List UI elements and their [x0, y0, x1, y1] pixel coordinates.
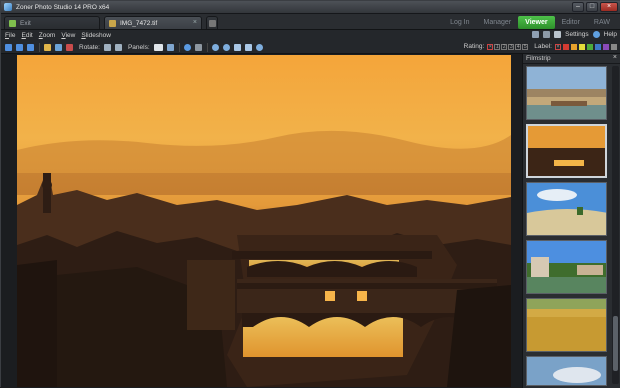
mode-viewer[interactable]: Viewer [518, 15, 555, 29]
filmstrip-header: Filmstrip [523, 54, 620, 64]
monitor-icon[interactable] [532, 31, 540, 38]
toolbar-divider [178, 42, 180, 52]
window-controls: – □ × [572, 2, 618, 12]
menu-right-tools: Settings Help [532, 31, 617, 38]
back-arrow-icon[interactable] [5, 43, 12, 51]
copy-icon[interactable] [55, 43, 62, 51]
thumbnail-image [528, 126, 605, 176]
mode-login[interactable]: Log In [443, 16, 476, 29]
thumbnail[interactable] [526, 240, 607, 294]
image-viewer[interactable] [1, 54, 522, 388]
new-tab-button[interactable] [206, 16, 218, 29]
label-orange-swatch[interactable] [571, 43, 577, 50]
title-bar: Zoner Photo Studio 14 PRO x64 – □ × [1, 1, 620, 14]
label-red-swatch[interactable] [563, 43, 569, 50]
thumbnail-image [527, 183, 606, 235]
image-file-icon [109, 19, 116, 27]
mode-manager[interactable]: Manager [477, 16, 519, 29]
mode-raw[interactable]: RAW [587, 16, 617, 29]
tab-image[interactable]: IMG_7472.tif × [104, 16, 202, 29]
label-purple-swatch[interactable] [603, 43, 609, 50]
print-icon[interactable] [194, 43, 202, 51]
app-window: Zoner Photo Studio 14 PRO x64 – □ × Exit… [0, 0, 620, 388]
zoom-in-icon[interactable] [211, 43, 219, 51]
home-icon [9, 19, 16, 27]
rotate-label: Rotate: [79, 43, 100, 51]
tab-label: Exit [20, 19, 31, 27]
zoom-tool-icon[interactable] [255, 43, 263, 51]
label-gray-swatch[interactable] [611, 43, 617, 50]
menu-view[interactable]: View [61, 32, 75, 39]
tab-bar: Exit IMG_7472.tif × Log In Manager Viewe… [1, 14, 620, 30]
maximize-button[interactable]: □ [586, 2, 598, 12]
menu-zoom[interactable]: Zoom [39, 32, 56, 39]
filmstrip-title: Filmstrip [526, 55, 551, 62]
help-button[interactable]: Help [604, 31, 617, 38]
thumbnail[interactable] [526, 66, 607, 120]
label-yellow-swatch[interactable] [579, 43, 585, 50]
menu-slideshow[interactable]: Slideshow [81, 32, 111, 39]
label-label: Label: [534, 43, 552, 50]
panels-label: Panels: [127, 43, 150, 51]
main-photo[interactable] [17, 55, 511, 387]
mode-switcher: Log In Manager Viewer Editor RAW [443, 15, 617, 29]
close-filmstrip-icon[interactable]: × [613, 54, 617, 61]
thumbnail-selected[interactable] [526, 124, 607, 178]
window-title: Zoner Photo Studio 14 PRO x64 [16, 3, 110, 11]
rating-2-button[interactable]: 2 [501, 43, 508, 50]
minimize-button[interactable]: – [572, 2, 584, 12]
thumbnail-image [527, 357, 606, 385]
menu-bar: File Edit Zoom View Slideshow Settings H… [1, 30, 620, 41]
rating-1-button[interactable]: 1 [494, 43, 501, 50]
tab-exit[interactable]: Exit [4, 16, 100, 29]
info-icon[interactable] [183, 43, 191, 51]
panel-toggle-icon[interactable] [166, 43, 174, 51]
toolbar: Rotate: Panels: Rating: × 1 2 3 4 5 Labe… [1, 41, 620, 54]
rating-3-button[interactable]: 3 [508, 43, 515, 50]
rating-5-button[interactable]: 5 [522, 43, 529, 50]
close-button[interactable]: × [600, 2, 618, 12]
scrollbar-thumb[interactable] [613, 316, 618, 371]
play-icon[interactable] [27, 43, 34, 51]
thumbnail-image [527, 241, 606, 293]
thumbnail[interactable] [526, 356, 607, 386]
close-tab-icon[interactable]: × [193, 19, 197, 26]
rating-label: Rating: [463, 43, 485, 50]
label-clear-icon[interactable]: × [555, 43, 561, 50]
thumbnail-image [527, 67, 606, 119]
thumbnail[interactable] [526, 182, 607, 236]
label-green-swatch[interactable] [587, 43, 593, 50]
sunset-photo-image [17, 55, 511, 387]
app-logo-icon [4, 3, 12, 11]
gear-icon [554, 31, 562, 38]
rotate-right-icon[interactable] [114, 43, 122, 51]
toolbar-divider [39, 42, 40, 52]
actual-size-icon[interactable] [244, 43, 252, 51]
help-icon [592, 31, 600, 38]
label-blue-swatch[interactable] [595, 43, 601, 50]
delete-icon[interactable] [66, 43, 73, 51]
toolbar-divider [206, 42, 208, 52]
menu-edit[interactable]: Edit [22, 32, 33, 39]
folder-icon[interactable] [44, 43, 51, 51]
rating-clear-icon[interactable]: × [487, 43, 494, 50]
rotate-left-icon[interactable] [103, 43, 111, 51]
filmstrip-panel: Filmstrip × [522, 54, 620, 388]
rating-label-tools: Rating: × 1 2 3 4 5 Label: × [464, 43, 617, 50]
fit-window-icon[interactable] [233, 43, 241, 51]
zoom-out-icon[interactable] [222, 43, 230, 51]
filter-icon[interactable] [543, 31, 551, 38]
tab-label: IMG_7472.tif [120, 19, 158, 27]
mode-editor[interactable]: Editor [555, 16, 587, 29]
panel-layout-icon[interactable] [153, 43, 163, 51]
forward-arrow-icon[interactable] [16, 43, 23, 51]
rating-4-button[interactable]: 4 [515, 43, 522, 50]
menu-file[interactable]: File [5, 32, 16, 39]
thumbnail-image [527, 299, 606, 351]
settings-button[interactable]: Settings [565, 31, 589, 38]
filmstrip-scrollbar[interactable] [612, 66, 619, 384]
new-tab-icon [209, 19, 216, 27]
thumbnail[interactable] [526, 298, 607, 352]
